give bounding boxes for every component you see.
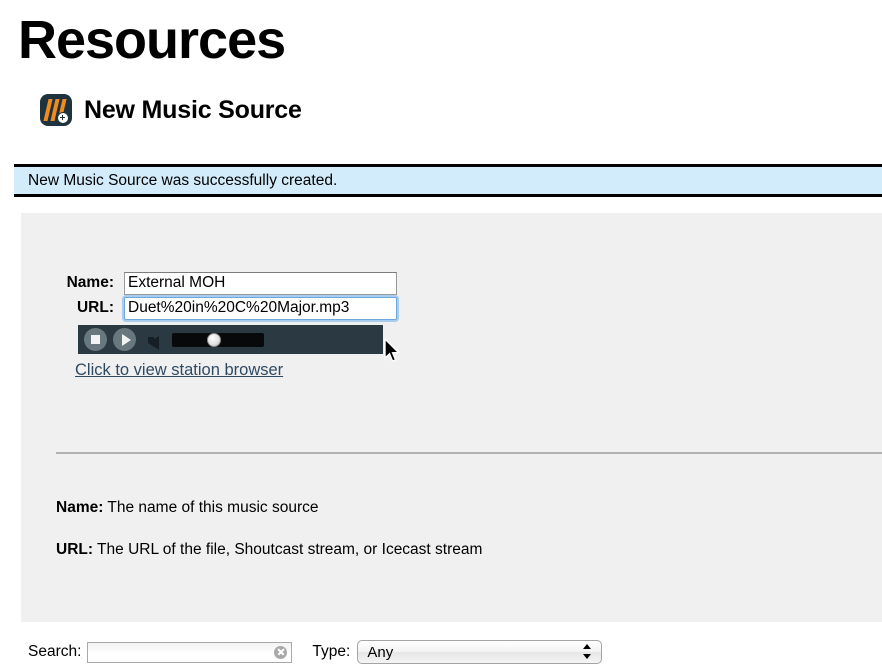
page-title: Resources xyxy=(18,10,286,70)
form-row-url: URL: xyxy=(56,296,397,320)
search-field-wrapper xyxy=(87,641,293,663)
volume-slider-knob[interactable] xyxy=(207,332,221,347)
plus-badge-icon xyxy=(57,112,69,124)
stepper-down-arrow xyxy=(583,654,592,659)
search-input[interactable] xyxy=(87,641,293,663)
help-term-url: URL: xyxy=(56,541,94,558)
help-item-url: URL: The URL of the file, Shoutcast stre… xyxy=(56,541,862,559)
volume-slider[interactable] xyxy=(172,332,264,347)
section-divider xyxy=(56,452,882,454)
stepper-up-arrow xyxy=(583,644,592,649)
type-select-value: Any xyxy=(367,643,394,661)
help-desc-name: The name of this music source xyxy=(103,499,319,516)
search-label: Search: xyxy=(28,643,82,660)
updown-stepper-icon[interactable] xyxy=(583,643,592,661)
name-input[interactable] xyxy=(124,271,397,295)
type-label: Type: xyxy=(312,643,351,660)
help-item-name: Name: The name of this music source xyxy=(56,499,862,517)
type-select-wrapper: Any xyxy=(357,640,603,664)
speaker-icon[interactable] xyxy=(148,333,164,350)
subheading: New Music Source xyxy=(40,90,302,130)
play-triangle-glyph xyxy=(121,333,131,346)
name-field-label: Name: xyxy=(66,274,114,291)
help-term-name: Name: xyxy=(56,499,104,516)
content-panel: Name: URL: Click to view station browser… xyxy=(21,213,882,622)
subheading-label: New Music Source xyxy=(84,95,302,124)
music-source-form: Name: URL: xyxy=(56,271,397,321)
station-browser-link[interactable]: Click to view station browser xyxy=(75,361,283,380)
type-select[interactable]: Any xyxy=(357,640,603,664)
help-text-section: Name: The name of this music source URL:… xyxy=(56,499,862,583)
speaker-cone-glyph xyxy=(148,335,159,350)
flash-message-text: New Music Source was successfully create… xyxy=(28,171,338,189)
url-input[interactable] xyxy=(124,296,397,320)
help-desc-url: The URL of the file, Shoutcast stream, o… xyxy=(93,541,483,558)
stop-square-glyph xyxy=(91,335,100,344)
flash-message-banner: New Music Source was successfully create… xyxy=(14,164,882,197)
play-icon[interactable] xyxy=(113,328,136,351)
audio-player xyxy=(78,325,383,354)
bottom-toolbar: Search: Type: Any xyxy=(0,632,882,672)
clear-search-icon[interactable] xyxy=(274,645,288,659)
stop-icon[interactable] xyxy=(84,328,107,351)
music-source-icon xyxy=(40,94,72,126)
url-field-label: URL: xyxy=(76,299,114,316)
form-row-name: Name: xyxy=(56,271,397,295)
